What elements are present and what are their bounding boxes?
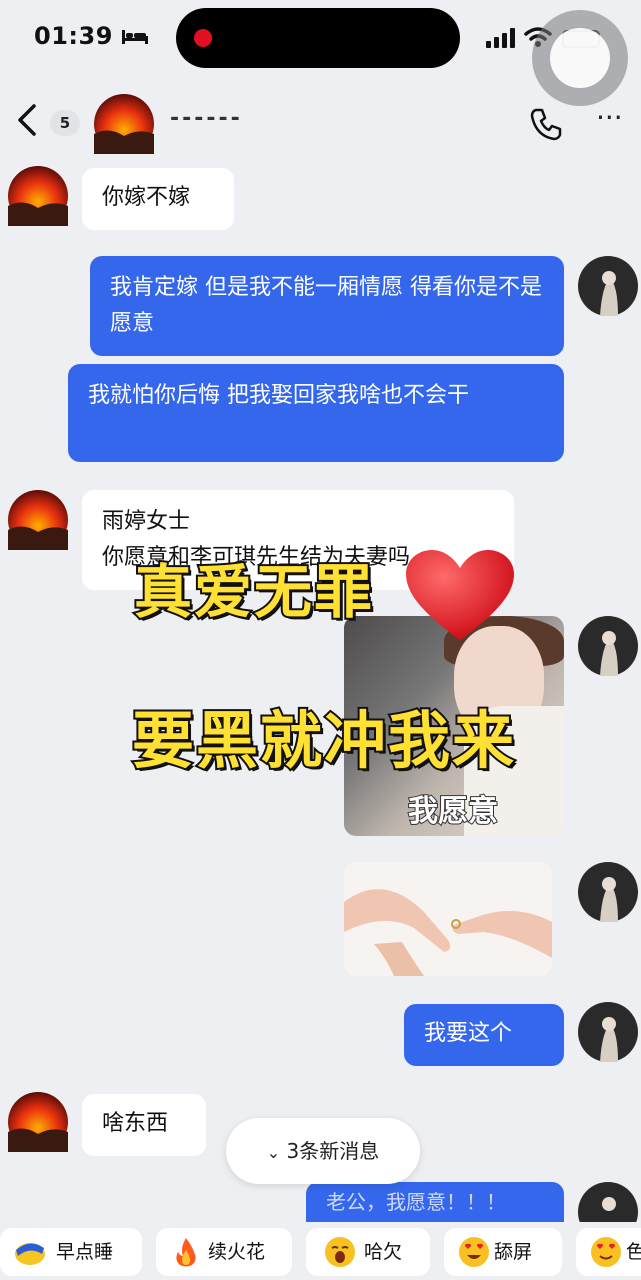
quick-reply-bar: 早点睡 续火花 哈欠 舔屏 色: [0, 1222, 641, 1280]
my-avatar[interactable]: [578, 616, 638, 676]
message-bubble-incoming[interactable]: 你嫁不嫁: [82, 168, 234, 230]
status-bar: 01:39: [0, 0, 641, 106]
my-avatar[interactable]: [578, 256, 638, 316]
quick-reply-button[interactable]: 哈欠: [306, 1228, 430, 1276]
phone-call-icon[interactable]: [528, 106, 564, 142]
chat-title: ------: [170, 106, 243, 131]
new-messages-label: 3条新消息: [286, 1139, 380, 1163]
red-heart-icon: [406, 550, 514, 640]
quick-reply-label: 舔屏: [494, 1241, 533, 1263]
double-chevron-down-icon: ⌄: [266, 1143, 281, 1162]
sleep-mode-icon: [122, 30, 148, 44]
quick-reply-label: 续火花: [208, 1241, 266, 1263]
new-messages-button[interactable]: ⌄ 3条新消息: [226, 1118, 420, 1184]
recording-indicator-icon: [194, 29, 212, 47]
message-line: 雨婷女士: [102, 509, 191, 534]
contact-avatar[interactable]: [8, 490, 68, 550]
sleep-emoji-icon: [15, 1243, 45, 1265]
chat-header: 5 ------ ···: [0, 88, 641, 160]
quick-reply-button[interactable]: 续火花: [156, 1228, 292, 1276]
quick-reply-button[interactable]: 早点睡: [0, 1228, 142, 1276]
quick-reply-label: 早点睡: [56, 1241, 114, 1263]
fire-icon: [176, 1238, 196, 1267]
quick-reply-button[interactable]: 色: [576, 1228, 641, 1276]
my-avatar[interactable]: [578, 1002, 638, 1062]
sticker-caption: 我愿意: [407, 793, 499, 830]
message-bubble-outgoing[interactable]: 我就怕你后悔 把我娶回家我啥也不会干: [68, 364, 564, 462]
video-overlay-caption: 真爱无罪: [132, 556, 375, 628]
contact-avatar[interactable]: [94, 94, 154, 154]
yawn-emoji-icon: [325, 1237, 355, 1267]
message-bubble-outgoing[interactable]: 我要这个: [404, 1004, 564, 1066]
heart-eyes-emoji-icon: [591, 1237, 621, 1267]
more-options-icon[interactable]: ···: [596, 104, 632, 138]
unread-count-badge: 5: [50, 110, 80, 136]
quick-reply-label: 哈欠: [364, 1241, 403, 1263]
back-arrow-icon[interactable]: [12, 100, 42, 140]
contact-avatar[interactable]: [8, 1092, 68, 1152]
cellular-signal-icon: [486, 28, 515, 48]
message-bubble-incoming[interactable]: 啥东西: [82, 1094, 206, 1156]
message-bubble-outgoing[interactable]: 我肯定嫁 但是我不能一厢情愿 得看你是不是愿意: [90, 256, 564, 356]
my-avatar[interactable]: [578, 862, 638, 922]
contact-avatar[interactable]: [8, 166, 68, 226]
heart-eyes-emoji-icon: [459, 1237, 489, 1267]
dynamic-island: [176, 8, 460, 68]
quick-reply-button[interactable]: 舔屏: [444, 1228, 562, 1276]
video-overlay-caption: 要黑就冲我来: [130, 702, 517, 779]
quick-reply-label: 色: [626, 1241, 641, 1263]
status-time: 01:39: [34, 22, 113, 50]
message-bubble-outgoing[interactable]: 老公，我愿意！！！: [306, 1182, 564, 1222]
ring-hands-image[interactable]: [344, 862, 552, 976]
my-avatar[interactable]: [578, 1182, 638, 1222]
